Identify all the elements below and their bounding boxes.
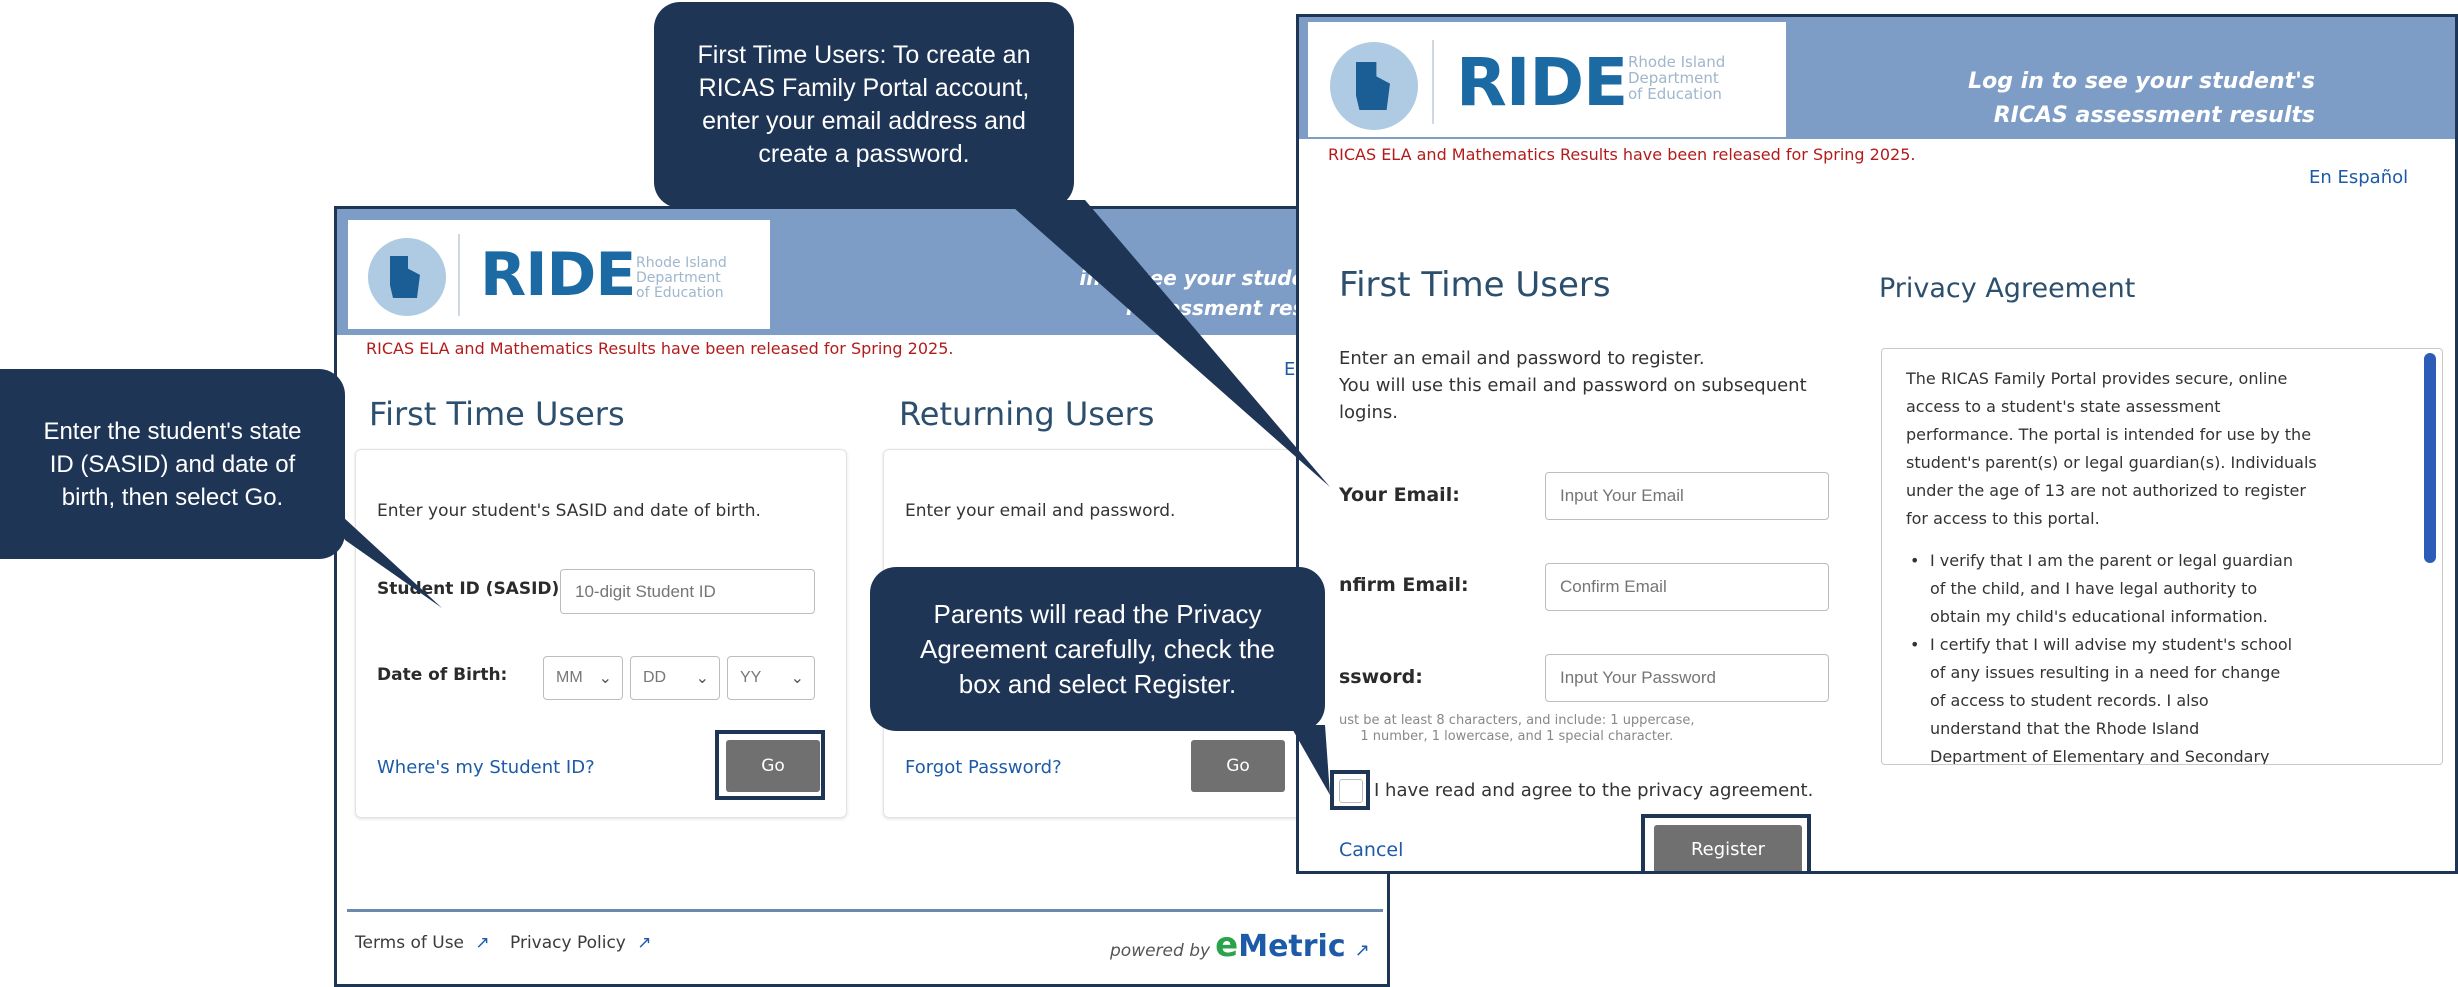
sasid-callout: Enter the student's state ID (SASID) and… xyxy=(0,369,345,559)
callout-line: ID (SASID) and date of xyxy=(49,450,296,478)
first-time-users-callout: First Time Users: To create an RICAS Fam… xyxy=(654,2,1074,208)
callout-line: create a password. xyxy=(758,140,970,168)
callout-line: Agreement carefully, check the xyxy=(919,633,1276,664)
callout-line: Parents will read the Privacy xyxy=(933,598,1262,629)
callout-line: box and select Register. xyxy=(958,668,1237,699)
first-time-callout-pointer xyxy=(1005,200,1330,487)
sasid-callout-pointer xyxy=(330,505,442,608)
privacy-callout: Parents will read the Privacy Agreement … xyxy=(870,567,1325,731)
callout-pointers xyxy=(330,200,1330,795)
callout-line: birth, then select Go. xyxy=(61,483,284,511)
privacy-callout-pointer xyxy=(1290,725,1330,795)
callout-line: First Time Users: To create an xyxy=(697,41,1031,69)
callout-line: Enter the student's state xyxy=(43,417,302,445)
callout-line: enter your email address and xyxy=(702,107,1026,135)
callout-line: RICAS Family Portal account, xyxy=(698,74,1030,102)
